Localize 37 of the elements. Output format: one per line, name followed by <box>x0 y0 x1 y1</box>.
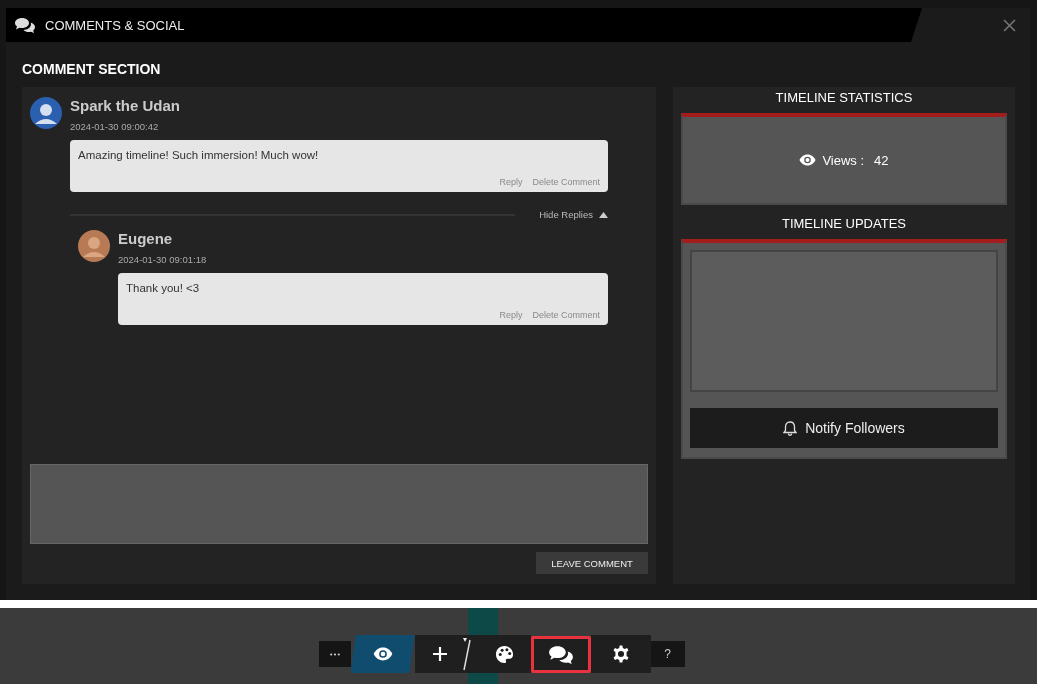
window-title: COMMENTS & SOCIAL <box>45 17 185 33</box>
comment-input-field[interactable] <box>30 464 648 544</box>
view-tool-button[interactable] <box>350 635 415 673</box>
section-title: COMMENT SECTION <box>22 61 162 77</box>
add-tool-button[interactable] <box>414 635 479 673</box>
bell-icon <box>783 420 798 436</box>
comment-text: Amazing timeline! Such immersion! Much wow! <box>78 149 320 161</box>
views-count: 42 <box>874 152 889 168</box>
views-label: Views : <box>822 152 865 168</box>
settings-icon <box>611 645 630 663</box>
palette-icon <box>495 644 514 664</box>
hide-replies-toggle[interactable]: Hide Replies <box>539 209 608 220</box>
close-icon[interactable] <box>1003 18 1016 32</box>
eye-icon <box>799 154 817 166</box>
leave-comment-button[interactable]: LEAVE COMMENT <box>536 552 648 574</box>
divider-slash-icon <box>461 637 472 671</box>
avatar-icon <box>78 230 110 262</box>
settings-tool-button[interactable] <box>590 635 651 673</box>
more-icon <box>329 652 340 656</box>
comment-text: Thank you! <3 <box>126 282 201 294</box>
updates-title: TIMELINE UPDATES <box>782 216 906 231</box>
chat-bubbles-icon <box>15 17 35 33</box>
comments-tool-button[interactable] <box>530 635 591 673</box>
plus-icon <box>431 646 448 662</box>
notify-followers-button[interactable]: Notify Followers <box>690 408 998 448</box>
chat-bubbles-icon <box>548 644 573 664</box>
comment-timestamp: 2024-01-30 09:00:42 <box>70 121 160 132</box>
comment-timestamp: 2024-01-30 09:01:18 <box>118 254 207 265</box>
update-input-field[interactable] <box>690 250 998 392</box>
comment-author: Eugene <box>118 230 174 247</box>
comment-author: Spark the Udan <box>70 97 181 114</box>
statistics-title: TIMELINE STATISTICS <box>775 90 913 105</box>
palette-tool-button[interactable] <box>478 635 531 673</box>
help-button[interactable]: ? <box>650 641 685 667</box>
avatar-icon <box>30 97 62 129</box>
eye-icon <box>372 647 393 661</box>
caret-icon <box>599 211 608 218</box>
